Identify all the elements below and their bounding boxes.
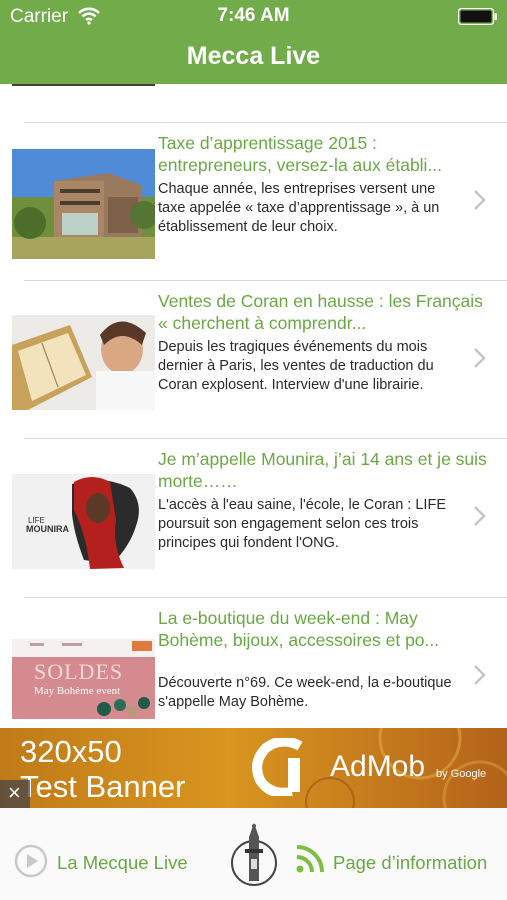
article-headline: Taxe d’apprentissage 2015 : entrepreneur… bbox=[158, 133, 443, 175]
article-summary: Découverte n°69. Ce week-end, la e-bouti… bbox=[158, 675, 452, 710]
thumbnail-sale-text: SOLDES bbox=[34, 659, 124, 684]
tab-bar: La Mecque Live Page d’information bbox=[0, 808, 507, 900]
article-thumbnail bbox=[12, 149, 155, 259]
ad-label-text: Test Banner bbox=[20, 769, 186, 804]
clock: 7:46 AM bbox=[217, 5, 290, 26]
article-thumbnail: SOLDES May Bohème event bbox=[12, 639, 155, 719]
tab-page-information[interactable]: Page d’information bbox=[290, 808, 507, 900]
article-headline: Ventes de Coran en hausse : les Français… bbox=[158, 291, 483, 333]
admob-logo-icon bbox=[252, 738, 303, 796]
article-list[interactable]: Taxe d’apprentissage 2015 : entrepreneur… bbox=[0, 84, 507, 728]
admob-brand-text: AdMob bbox=[330, 750, 426, 783]
article-summary: Depuis les tragiques événements du mois … bbox=[158, 339, 434, 393]
page-title: Mecca Live bbox=[186, 42, 321, 70]
app-header: Carrier 7:46 AM Mecca Live bbox=[0, 0, 507, 84]
rss-feed-icon bbox=[296, 845, 324, 873]
article-thumbnail: LIFE MOUNIRA bbox=[12, 474, 155, 569]
ad-close-button[interactable]: × bbox=[0, 780, 30, 808]
article-headline: La e-boutique du week-end : May Bohème, … bbox=[158, 608, 440, 650]
ad-size-text: 320x50 bbox=[20, 734, 122, 769]
tab-label: La Mecque Live bbox=[57, 852, 188, 873]
thumbnail-shop-text: May Bohème event bbox=[34, 685, 121, 697]
article-row[interactable]: Taxe d’apprentissage 2015 : entrepreneur… bbox=[0, 122, 507, 280]
play-circle-icon bbox=[14, 844, 48, 878]
article-summary: Chaque année, les entreprises versent un… bbox=[158, 181, 440, 235]
thumbnail-name-text: MOUNIRA bbox=[26, 524, 69, 534]
status-bar: Carrier 7:46 AM bbox=[0, 0, 507, 32]
chevron-right-icon bbox=[474, 190, 486, 210]
article-summary: L'accès à l'eau saine, l'école, le Coran… bbox=[158, 497, 446, 551]
article-headline: Je m’appelle Mounira, j’ai 14 ans et je … bbox=[158, 449, 487, 491]
tab-la-mecque-live[interactable]: La Mecque Live bbox=[0, 808, 210, 900]
previous-article-thumbnail bbox=[12, 84, 155, 86]
battery-icon bbox=[458, 8, 497, 25]
chevron-right-icon bbox=[474, 665, 486, 685]
tab-label: Page d’information bbox=[333, 852, 488, 873]
article-row[interactable]: LIFE MOUNIRA Je m’appelle Mounira, j’ai … bbox=[0, 438, 507, 596]
close-icon: × bbox=[8, 780, 21, 805]
article-row[interactable]: SOLDES May Bohème event La e-boutique du… bbox=[0, 597, 507, 728]
article-row[interactable]: Ventes de Coran en hausse : les Français… bbox=[0, 280, 507, 438]
minaret-logo-icon[interactable] bbox=[229, 821, 279, 887]
chevron-right-icon bbox=[474, 348, 486, 368]
chevron-right-icon bbox=[474, 506, 486, 526]
article-thumbnail bbox=[12, 315, 155, 410]
ad-banner[interactable]: 320x50 Test Banner AdMob by Google × bbox=[0, 728, 507, 808]
admob-by-google-text: by Google bbox=[436, 768, 487, 780]
